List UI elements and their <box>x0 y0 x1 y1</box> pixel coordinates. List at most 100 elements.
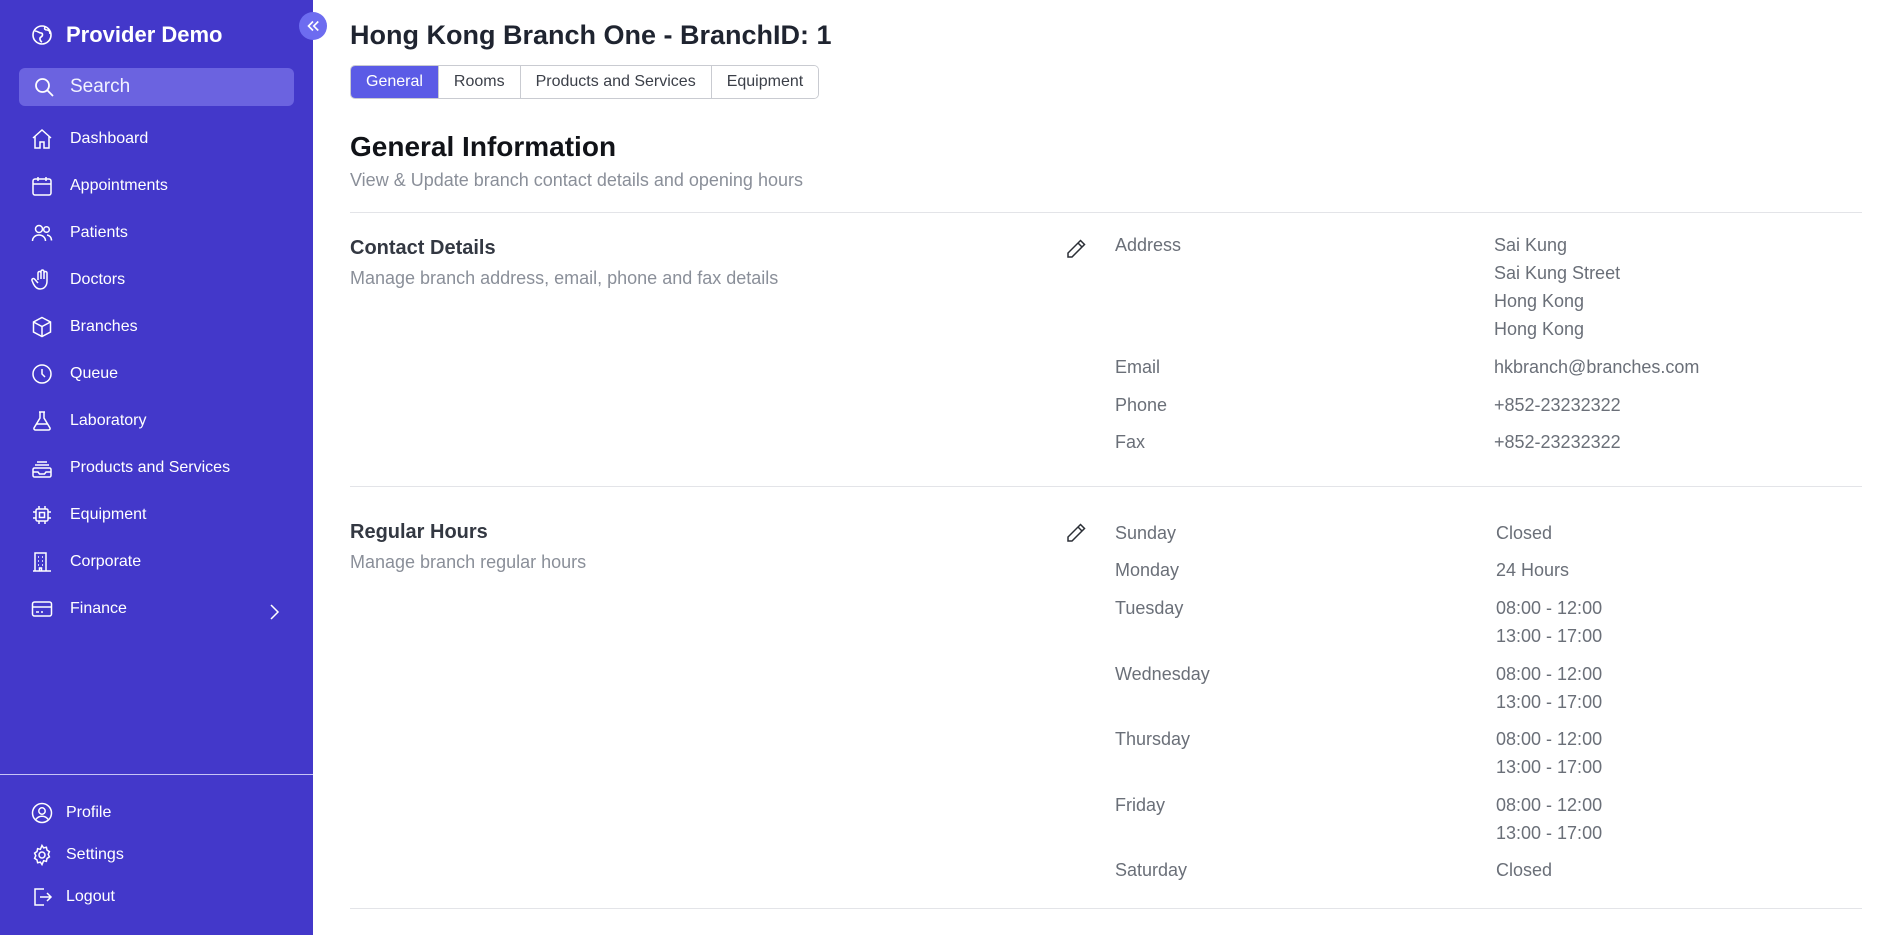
fax-value: +852-23232322 <box>1494 432 1621 452</box>
sidebar-item-label: Products and Services <box>70 458 231 476</box>
sidebar-bottom-nav: Profile Settings Logout <box>0 792 313 918</box>
divider <box>350 212 1862 213</box>
hours-line: 08:00 - 12:00 <box>1496 795 1603 815</box>
hours-line: 13:00 - 17:00 <box>1496 626 1603 646</box>
hours-value-saturday: Closed <box>1496 856 1552 884</box>
sidebar-item-equipment[interactable]: Equipment <box>0 491 313 538</box>
hand-icon <box>30 268 54 292</box>
sidebar-item-finance[interactable]: Finance <box>0 585 313 632</box>
collapse-sidebar-button[interactable] <box>299 12 327 40</box>
hours-line: Closed <box>1496 860 1553 880</box>
sidebar-item-laboratory[interactable]: Laboratory <box>0 397 313 444</box>
chevron-right-icon[interactable] <box>262 600 286 624</box>
day-label-thursday: Thursday <box>1115 729 1191 749</box>
edit-contact-button[interactable] <box>1063 236 1089 262</box>
hours-line: 08:00 - 12:00 <box>1496 598 1603 618</box>
hours-line: 13:00 - 17:00 <box>1496 692 1603 712</box>
brand-title: Provider Demo <box>66 22 223 47</box>
sidebar-item-label: Corporate <box>70 552 142 570</box>
hours-line: 13:00 - 17:00 <box>1496 823 1603 843</box>
page-title: Hong Kong Branch One - BranchID: 1 <box>350 20 832 50</box>
address-line: Hong Kong <box>1494 291 1585 311</box>
divider <box>350 908 1862 909</box>
sidebar-item-label: Dashboard <box>70 129 149 147</box>
inbox-stack-icon <box>30 456 54 480</box>
email-label: Email <box>1115 357 1161 377</box>
chevrons-left-icon <box>304 17 322 35</box>
day-label-tuesday: Tuesday <box>1115 598 1184 618</box>
home-icon <box>30 127 54 151</box>
sidebar-item-label: Profile <box>66 804 112 821</box>
hours-line: 08:00 - 12:00 <box>1496 729 1603 749</box>
sidebar-item-queue[interactable]: Queue <box>0 350 313 397</box>
cube-icon <box>30 315 54 339</box>
sidebar-item-patients[interactable]: Patients <box>0 209 313 256</box>
sidebar-item-label: Logout <box>66 888 115 905</box>
sidebar-item-doctors[interactable]: Doctors <box>0 256 313 303</box>
sidebar-item-logout[interactable]: Logout <box>0 876 313 918</box>
sidebar: Provider Demo Dashboard Appointments Pat… <box>0 0 313 935</box>
hours-line: 13:00 - 17:00 <box>1496 757 1603 777</box>
sidebar-item-branches[interactable]: Branches <box>0 303 313 350</box>
search-box[interactable] <box>19 68 294 106</box>
hours-value-thursday: 08:00 - 12:00 13:00 - 17:00 <box>1496 725 1602 781</box>
edit-hours-button[interactable] <box>1063 520 1089 546</box>
hours-value-monday: 24 Hours <box>1496 556 1569 584</box>
day-label-friday: Friday <box>1115 795 1166 815</box>
sidebar-item-dashboard[interactable]: Dashboard <box>0 115 313 162</box>
day-label-monday: Monday <box>1115 560 1180 580</box>
contact-details-subtitle: Manage branch address, email, phone and … <box>350 268 779 288</box>
sidebar-item-label: Appointments <box>70 176 168 194</box>
calendar-icon <box>30 174 54 198</box>
sidebar-item-profile[interactable]: Profile <box>0 792 313 834</box>
divider <box>350 486 1862 487</box>
phone-label: Phone <box>1115 395 1168 415</box>
hours-value-wednesday: 08:00 - 12:00 13:00 - 17:00 <box>1496 660 1602 716</box>
tab-rooms[interactable]: Rooms <box>438 66 521 98</box>
address-value: Sai Kung Sai Kung Street Hong Kong Hong … <box>1494 231 1620 343</box>
search-input[interactable] <box>70 76 270 98</box>
sidebar-item-label: Branches <box>70 317 138 335</box>
phone-value: +852-23232322 <box>1494 395 1621 415</box>
brand[interactable]: Provider Demo <box>30 20 223 50</box>
chip-icon <box>30 503 54 527</box>
sidebar-item-settings[interactable]: Settings <box>0 834 313 876</box>
regular-hours-subtitle: Manage branch regular hours <box>350 552 587 572</box>
sidebar-item-label: Doctors <box>70 270 126 288</box>
gear-icon <box>30 843 54 867</box>
tab-products-and-services[interactable]: Products and Services <box>520 66 712 98</box>
sidebar-item-appointments[interactable]: Appointments <box>0 162 313 209</box>
pencil-icon <box>1064 237 1088 261</box>
address-label: Address <box>1115 235 1182 255</box>
sidebar-item-label: Queue <box>70 364 119 382</box>
clock-icon <box>30 362 54 386</box>
sidebar-divider <box>0 774 313 775</box>
fax-label: Fax <box>1115 432 1146 452</box>
tab-bar: General Rooms Products and Services Equi… <box>350 65 820 99</box>
day-label-saturday: Saturday <box>1115 860 1188 880</box>
user-circle-icon <box>30 801 54 825</box>
sidebar-item-corporate[interactable]: Corporate <box>0 538 313 585</box>
tab-general[interactable]: General <box>351 66 439 98</box>
sidebar-item-label: Laboratory <box>70 411 147 429</box>
sidebar-item-label: Patients <box>70 223 128 241</box>
globe-logo-icon <box>30 23 54 47</box>
flask-icon <box>30 409 54 433</box>
hours-line: 08:00 - 12:00 <box>1496 664 1603 684</box>
section-title: General Information <box>350 131 617 162</box>
contact-details-title: Contact Details <box>350 237 496 259</box>
tab-equipment[interactable]: Equipment <box>711 66 819 98</box>
address-line: Hong Kong <box>1494 319 1585 339</box>
email-value: hkbranch@branches.com <box>1494 357 1700 377</box>
regular-hours-title: Regular Hours <box>350 521 488 543</box>
day-label-wednesday: Wednesday <box>1115 664 1210 684</box>
day-label-sunday: Sunday <box>1115 523 1177 543</box>
search-icon <box>32 75 56 99</box>
sidebar-item-label: Settings <box>66 846 124 863</box>
pencil-icon <box>1064 521 1088 545</box>
sidebar-item-products-and-services[interactable]: Products and Services <box>0 444 313 491</box>
hours-value-sunday: Closed <box>1496 519 1552 547</box>
sidebar-nav: Dashboard Appointments Patients Doctors … <box>0 115 313 632</box>
address-line: Sai Kung <box>1494 235 1568 255</box>
hours-value-tuesday: 08:00 - 12:00 13:00 - 17:00 <box>1496 594 1602 650</box>
